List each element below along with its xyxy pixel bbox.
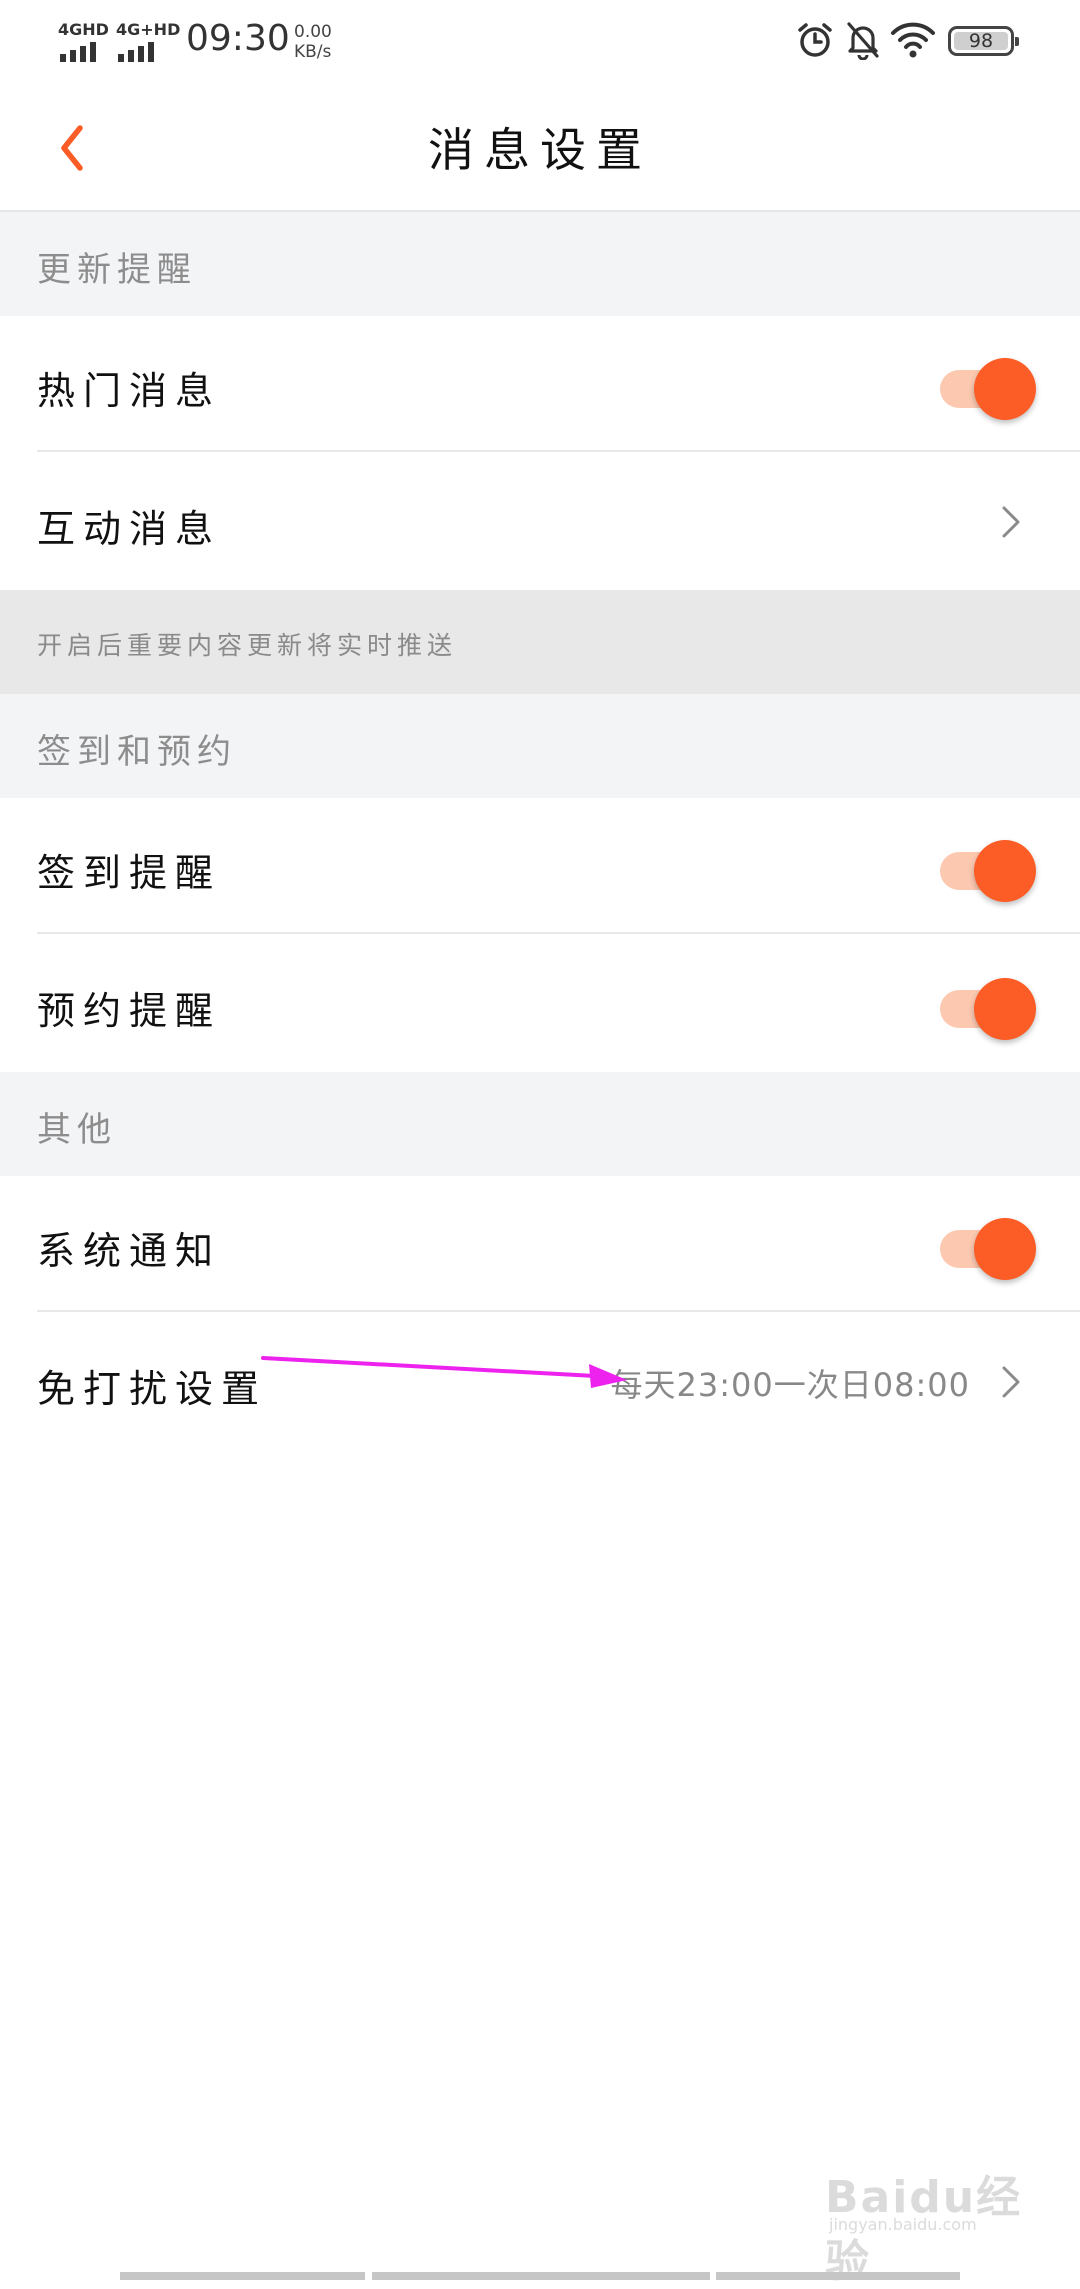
wifi-icon [891, 22, 935, 58]
baidu-jingyan-watermark: Baidu经验 jingyan.baidu.com [825, 2155, 1025, 2287]
row-booking-reminder[interactable]: 预约提醒 [0, 936, 1080, 1072]
checkin-reminder-toggle[interactable] [940, 836, 1040, 902]
chevron-right-icon [1002, 506, 1020, 538]
row-checkin-reminder[interactable]: 签到提醒 [0, 798, 1080, 934]
section-header-label: 签到和预约 [37, 732, 237, 772]
row-hot-messages[interactable]: 热门消息 [0, 316, 1080, 452]
network-speed-value: 0.00 [294, 22, 332, 42]
section-header-label: 更新提醒 [37, 250, 197, 290]
hot-messages-toggle[interactable] [940, 354, 1040, 420]
status-bar: 4GHD 4G+HD 09:30 0.00 KB/s 98 [0, 0, 1080, 84]
network-type-label: 4GHD [58, 20, 109, 39]
bell-off-icon [847, 22, 879, 60]
network-speed-unit: KB/s [294, 42, 332, 62]
row-label: 签到提醒 [37, 851, 222, 895]
watermark-subtext: jingyan.baidu.com [829, 2215, 977, 2234]
battery-icon: 98 [948, 26, 1019, 56]
row-label: 免打扰设置 [37, 1367, 268, 1411]
nav-bar: 消息设置 [0, 84, 1080, 212]
section-header-update-reminder: 更新提醒 [0, 212, 1080, 316]
row-label: 系统通知 [37, 1229, 222, 1273]
row-label: 预约提醒 [37, 989, 222, 1033]
row-interaction-messages[interactable]: 互动消息 [0, 454, 1080, 590]
section-header-checkin-booking: 签到和预约 [0, 694, 1080, 798]
network-type-label: 4G+HD [116, 20, 181, 39]
page-title: 消息设置 [428, 123, 652, 177]
section-header-label: 其他 [37, 1110, 117, 1150]
row-system-notification[interactable]: 系统通知 [0, 1176, 1080, 1312]
network-speed: 0.00 KB/s [294, 22, 332, 62]
annotation-arrow-icon [261, 1356, 627, 1388]
battery-level: 98 [968, 30, 994, 52]
chevron-right-icon [1002, 1366, 1020, 1398]
alarm-clock-icon [798, 23, 832, 57]
section-header-other: 其他 [0, 1072, 1080, 1176]
section-note-text: 开启后重要内容更新将实时推送 [37, 631, 458, 660]
system-notification-toggle[interactable] [940, 1214, 1040, 1280]
booking-reminder-toggle[interactable] [940, 974, 1040, 1040]
row-label: 热门消息 [37, 369, 222, 413]
section-note: 开启后重要内容更新将实时推送 [0, 590, 1080, 694]
do-not-disturb-time-value: 每天23:00一次日08:00 [610, 1366, 970, 1404]
navigation-gesture-bar[interactable] [0, 2270, 1080, 2280]
row-label: 互动消息 [37, 507, 222, 551]
status-time: 09:30 [186, 18, 290, 59]
